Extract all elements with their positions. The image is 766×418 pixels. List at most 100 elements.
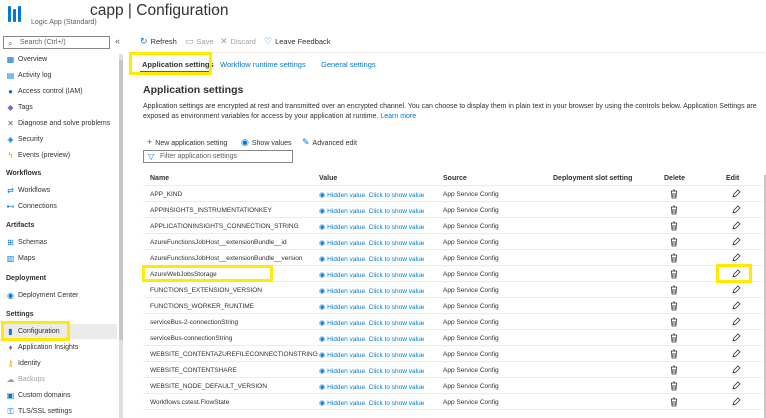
edit-icon[interactable] (731, 317, 741, 327)
sidebar-item-backups[interactable]: ☁ Backups (3, 372, 117, 387)
scrollbar-thumb[interactable] (119, 60, 123, 340)
filter-input[interactable]: ▽ Filter application settings (143, 150, 293, 163)
delete-icon[interactable] (670, 237, 678, 247)
setting-name[interactable]: APPINSIGHTS_INSTRUMENTATIONKEY (150, 207, 272, 214)
sidebar-scrollbar[interactable] (119, 54, 123, 418)
sidebar-item-overview[interactable]: ▦ Overview (3, 52, 117, 67)
save-button[interactable]: ▭ Save (185, 36, 214, 47)
search-input[interactable]: ⌕ Search (Ctrl+/) (3, 36, 110, 49)
edit-icon[interactable] (731, 237, 741, 247)
setting-value[interactable]: ◉ Hidden value. Click to show value (319, 271, 424, 279)
delete-icon[interactable] (670, 317, 678, 327)
setting-value[interactable]: ◉ Hidden value. Click to show value (319, 351, 424, 359)
setting-name[interactable]: serviceBus-connectionString (150, 335, 232, 342)
setting-value[interactable]: ◉ Hidden value. Click to show value (319, 223, 424, 231)
setting-value[interactable]: ◉ Hidden value. Click to show value (319, 239, 424, 247)
setting-name[interactable]: WEBSITE_NODE_DEFAULT_VERSION (150, 383, 267, 390)
column-header-name[interactable]: Name (150, 175, 169, 182)
table-row[interactable]: APPINSIGHTS_INSTRUMENTATIONKEY ◉ Hidden va… (143, 202, 763, 218)
new-application-setting-button[interactable]: + New application setting (147, 137, 227, 147)
delete-icon[interactable] (670, 365, 678, 375)
collapse-icon[interactable]: « (115, 36, 120, 46)
setting-name[interactable]: WEBSITE_CONTENTAZUREFILECONNECTIONSTRING (150, 351, 318, 358)
delete-icon[interactable] (670, 349, 678, 359)
edit-icon[interactable] (731, 285, 741, 295)
table-row[interactable]: WEBSITE_NODE_DEFAULT_VERSION ◉ Hidden valu… (143, 378, 763, 394)
setting-value[interactable]: ◉ Hidden value. Click to show value (319, 303, 424, 311)
delete-icon[interactable] (670, 205, 678, 215)
setting-value[interactable]: ◉ Hidden value. Click to show value (319, 399, 424, 407)
setting-value[interactable]: ◉ Hidden value. Click to show value (319, 287, 424, 295)
edit-icon[interactable] (731, 333, 741, 343)
setting-value[interactable]: ◉ Hidden value. Click to show value (319, 191, 424, 199)
sidebar-item-diagnose-and-solve-problems[interactable]: ✕ Diagnose and solve problems (3, 116, 117, 131)
sidebar-item-activity-log[interactable]: ▤ Activity log (3, 68, 117, 83)
refresh-button[interactable]: ↻ Refresh (140, 36, 177, 47)
leave-feedback-button[interactable]: ♡ Leave Feedback (264, 36, 331, 47)
table-row[interactable]: FUNCTIONS_EXTENSION_VERSION ◉ Hidden value… (143, 282, 763, 298)
sidebar-item-tags[interactable]: ◆ Tags (3, 100, 117, 115)
setting-name[interactable]: FUNCTIONS_EXTENSION_VERSION (150, 287, 262, 294)
edit-icon[interactable] (731, 189, 741, 199)
more-options-icon[interactable]: ··· (210, 2, 225, 16)
sidebar-item-identity[interactable]: ⚷ Identity (3, 356, 117, 371)
discard-button[interactable]: ✕ Discard (220, 36, 256, 47)
setting-name[interactable]: APP_KIND (150, 191, 182, 198)
edit-icon[interactable] (731, 221, 741, 231)
setting-name[interactable]: AzureFunctionsJobHost__extensionBundle__… (150, 255, 302, 262)
edit-icon[interactable] (731, 381, 741, 391)
column-header-deployment-slot[interactable]: Deployment slot setting (553, 175, 632, 182)
table-row[interactable]: AzureFunctionsJobHost__extensionBundle__… (143, 250, 763, 266)
table-row[interactable]: serviceBus-2-connectionString ◉ Hidden val… (143, 314, 763, 330)
setting-name[interactable]: FUNCTIONS_WORKER_RUNTIME (150, 303, 254, 310)
setting-value[interactable]: ◉ Hidden value. Click to show value (319, 207, 424, 215)
setting-value[interactable]: ◉ Hidden value. Click to show value (319, 383, 424, 391)
table-row[interactable]: WEBSITE_CONTENTAZUREFILECONNECTIONSTRING… (143, 346, 763, 362)
table-row[interactable]: APPLICATIONINSIGHTS_CONNECTION_STRING ◉ Hi… (143, 218, 763, 234)
delete-icon[interactable] (670, 397, 678, 407)
tab-general-settings[interactable]: General settings (321, 60, 376, 69)
delete-icon[interactable] (670, 189, 678, 199)
sidebar-item-schemas[interactable]: ⊞ Schemas (3, 235, 117, 250)
sidebar-item-security[interactable]: ◈ Security (3, 132, 117, 147)
table-row[interactable]: WEBSITE_CONTENTSHARE ◉ Hidden value. Click… (143, 362, 763, 378)
edit-icon[interactable] (731, 205, 741, 215)
show-values-button[interactable]: ◉ Show values (241, 137, 292, 148)
table-row[interactable]: FUNCTIONS_WORKER_RUNTIME ◉ Hidden value. C… (143, 298, 763, 314)
learn-more-link[interactable]: Learn more (380, 113, 416, 120)
edit-icon[interactable] (731, 349, 741, 359)
edit-icon[interactable] (731, 253, 741, 263)
table-row[interactable]: Workflows.cstest.FlowState ◉ Hidden value.… (143, 394, 763, 410)
setting-name[interactable]: AzureFunctionsJobHost__extensionBundle__… (150, 239, 287, 246)
table-row[interactable]: serviceBus-connectionString ◉ Hidden value… (143, 330, 763, 346)
setting-value[interactable]: ◉ Hidden value. Click to show value (319, 255, 424, 263)
sidebar-item-maps[interactable]: ▥ Maps (3, 251, 117, 266)
delete-icon[interactable] (670, 333, 678, 343)
delete-icon[interactable] (670, 301, 678, 311)
delete-icon[interactable] (670, 253, 678, 263)
sidebar-item-deployment-center[interactable]: ◉ Deployment Center (3, 288, 117, 303)
edit-icon[interactable] (731, 365, 741, 375)
sidebar-item-access-control-iam[interactable]: ● Access control (IAM) (3, 84, 117, 99)
edit-icon[interactable] (731, 301, 741, 311)
tab-workflow-runtime-settings[interactable]: Workflow runtime settings (220, 60, 306, 69)
delete-icon[interactable] (670, 221, 678, 231)
sidebar-item-custom-domains[interactable]: ▣ Custom domains (3, 388, 117, 403)
setting-name[interactable]: WEBSITE_CONTENTSHARE (150, 367, 237, 374)
setting-name[interactable]: serviceBus-2-connectionString (150, 319, 238, 326)
delete-icon[interactable] (670, 269, 678, 279)
table-row[interactable]: APP_KIND ◉ Hidden value. Click to show val… (143, 186, 763, 202)
delete-icon[interactable] (670, 381, 678, 391)
table-row[interactable]: AzureFunctionsJobHost__extensionBundle__… (143, 234, 763, 250)
setting-name[interactable]: Workflows.cstest.FlowState (150, 399, 229, 406)
sidebar-item-application-insights[interactable]: ♦ Application Insights (3, 340, 117, 355)
edit-icon[interactable] (731, 397, 741, 407)
column-header-value[interactable]: Value (319, 175, 337, 182)
advanced-edit-button[interactable]: ✎ Advanced edit (302, 137, 357, 148)
setting-value[interactable]: ◉ Hidden value. Click to show value (319, 319, 424, 327)
setting-name[interactable]: APPLICATIONINSIGHTS_CONNECTION_STRING (150, 223, 299, 230)
sidebar-item-workflows[interactable]: ⇄ Workflows (3, 183, 117, 198)
setting-value[interactable]: ◉ Hidden value. Click to show value (319, 367, 424, 375)
sidebar-item-connections[interactable]: ⊷ Connections (3, 199, 117, 214)
setting-value[interactable]: ◉ Hidden value. Click to show value (319, 335, 424, 343)
